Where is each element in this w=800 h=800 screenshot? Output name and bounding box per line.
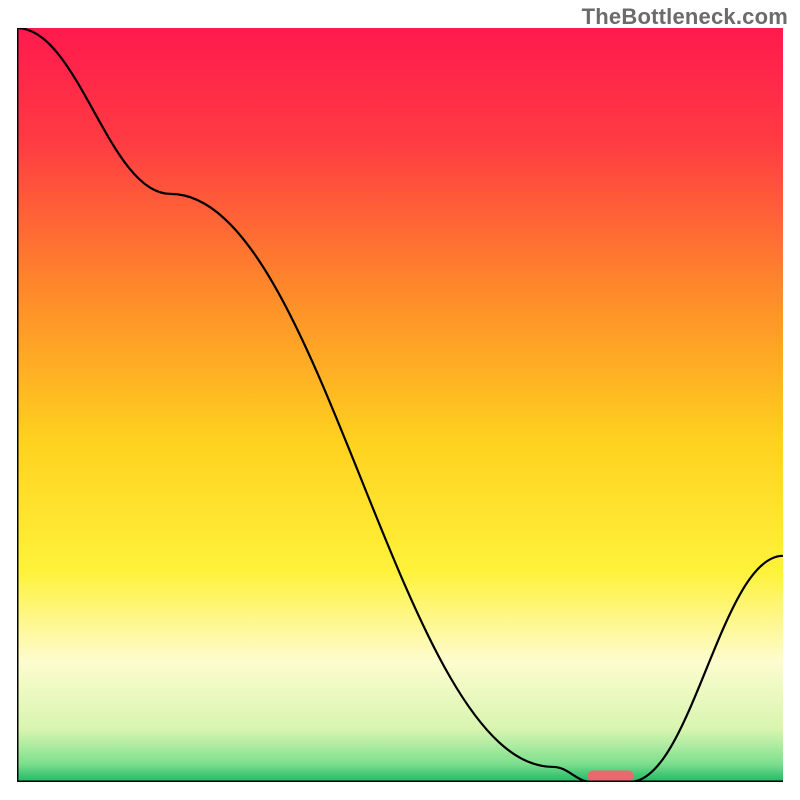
optimum-marker <box>588 771 634 782</box>
watermark-text: TheBottleneck.com <box>582 4 788 30</box>
plot-svg <box>17 28 783 782</box>
chart-stage: TheBottleneck.com <box>0 0 800 800</box>
plot-area <box>17 28 783 782</box>
gradient-background <box>17 28 783 782</box>
